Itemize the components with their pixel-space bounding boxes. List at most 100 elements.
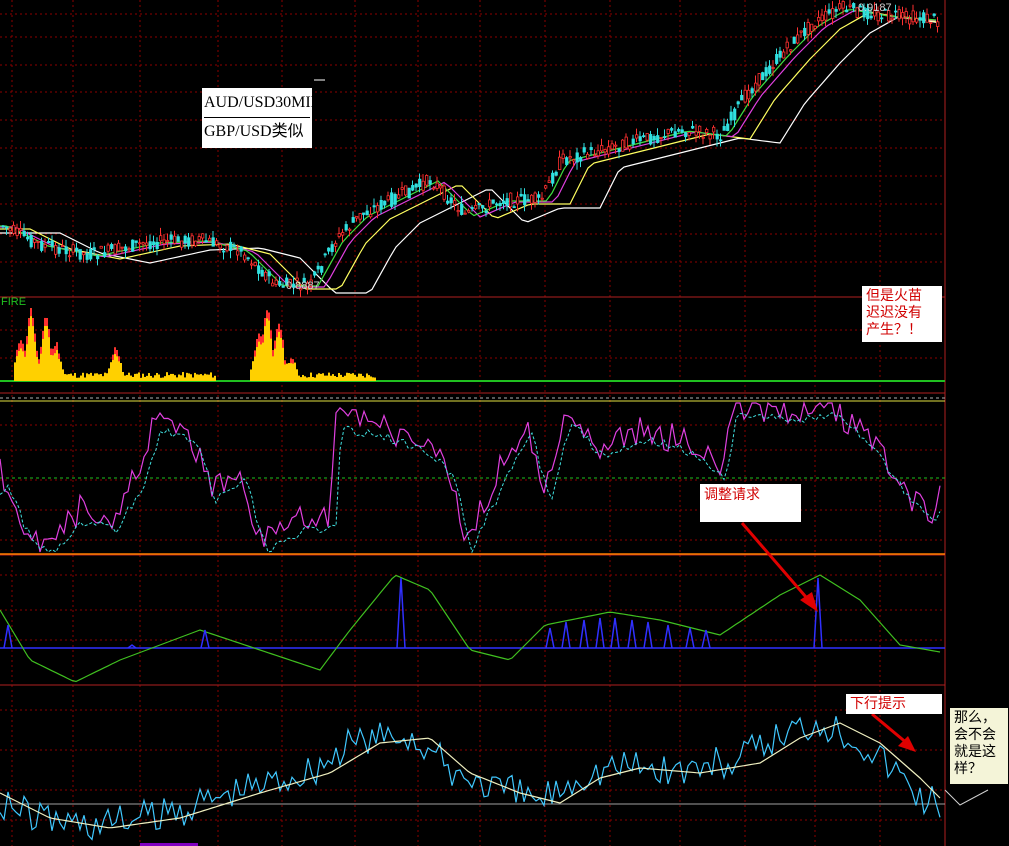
candle-body: [355, 216, 359, 219]
fire-bar: [170, 373, 172, 381]
candle-body: [666, 128, 670, 134]
pair-note-line1: AUD/USD30MIN: [204, 89, 322, 118]
fire-bar: [156, 372, 158, 381]
candle-body: [502, 200, 506, 204]
candle-body: [407, 187, 411, 199]
candle-body: [554, 171, 558, 176]
candle-body: [362, 212, 366, 215]
fire-bar: [134, 373, 136, 381]
fire-bar: [350, 373, 352, 381]
candle-body: [694, 131, 698, 136]
fire-bar: [154, 375, 156, 381]
candle-body: [75, 247, 79, 252]
candle-body: [638, 136, 642, 142]
fire-bar-tip: [28, 318, 30, 327]
line-panel-tail: [944, 789, 989, 806]
candle-body: [169, 234, 173, 240]
fire-bar: [268, 312, 270, 381]
candle-body: [845, 9, 849, 13]
candle-body: [628, 146, 632, 150]
candle-body: [523, 194, 527, 206]
wave-spike: [627, 619, 637, 649]
down-hint-note: 下行提示: [846, 694, 942, 714]
fire-bar: [338, 372, 340, 381]
candle-body: [544, 185, 548, 189]
fire-bar: [148, 373, 150, 381]
fire-bar: [316, 374, 318, 381]
fire-bar: [196, 374, 198, 381]
candle-body: [715, 133, 719, 140]
fire-bar: [352, 373, 354, 381]
fire-bar: [28, 318, 30, 381]
candle-body: [894, 10, 898, 13]
candle-body: [194, 240, 198, 247]
candle-body: [659, 137, 663, 139]
candle-body: [92, 247, 96, 250]
candle-body: [1, 225, 5, 228]
candle-body: [572, 159, 576, 162]
candle-body: [393, 193, 397, 205]
candle-body: [246, 257, 250, 260]
fire-bar-tip: [284, 360, 286, 365]
fire-bar: [374, 377, 376, 381]
candle-body: [369, 214, 373, 218]
wave-spike: [610, 617, 620, 649]
fire-bar: [362, 375, 364, 381]
candle-body: [40, 241, 44, 251]
fire-bar: [300, 377, 302, 381]
candle-body: [880, 17, 884, 20]
fire-bar-tip: [290, 358, 292, 364]
candle-body: [418, 178, 422, 188]
candle-body: [281, 285, 285, 288]
fire-indicator-panel: [0, 308, 945, 399]
fire-bar-tip: [262, 334, 264, 343]
fire-bar-tip: [50, 348, 52, 355]
candle-body: [663, 136, 667, 139]
candle-body: [698, 125, 702, 132]
fire-bar: [64, 374, 66, 381]
candle-body: [593, 154, 597, 157]
candle-body: [841, 1, 845, 9]
fire-bar-tip: [276, 329, 278, 338]
fire-bar: [88, 374, 90, 381]
candle-body: [446, 200, 450, 204]
fire-bar: [138, 372, 140, 381]
candle-body: [817, 17, 821, 22]
fire-bar: [162, 377, 164, 381]
fire-bar: [344, 375, 346, 381]
fire-bar-tip: [34, 333, 36, 342]
candle-body: [915, 18, 919, 23]
fire-bar-tip: [20, 340, 22, 349]
fire-bar: [370, 376, 372, 381]
fire-bar: [358, 373, 360, 381]
fire-question-line3: 产生？！: [866, 322, 922, 338]
fire-bar: [72, 375, 74, 381]
candle-body: [442, 185, 446, 200]
candle-body: [453, 200, 457, 205]
candle-body: [722, 126, 726, 131]
price-high-label: 0.9187: [858, 2, 892, 14]
fire-bar-tip: [258, 333, 260, 342]
candle-body: [484, 210, 488, 214]
fire-bar-tip: [268, 312, 270, 321]
fire-bar: [306, 377, 308, 381]
candlesticks: [1, 0, 940, 298]
candle-body: [57, 247, 61, 254]
fire-bar: [140, 377, 142, 381]
candle-body: [432, 187, 436, 190]
fire-bar-tip: [116, 350, 118, 357]
price-panel: [0, 0, 940, 298]
candle-body: [586, 153, 590, 159]
fire-bar: [214, 375, 216, 381]
fire-bar: [66, 374, 68, 381]
candle-body: [47, 241, 51, 244]
candle-body: [425, 175, 429, 186]
fire-bar: [84, 377, 86, 381]
candle-body: [113, 244, 117, 255]
fire-bar: [208, 374, 210, 381]
candle-body: [526, 199, 530, 201]
fire-bar: [328, 372, 330, 381]
candle-body: [705, 129, 709, 134]
candle-body: [561, 153, 565, 159]
wave-spike: [643, 621, 653, 649]
